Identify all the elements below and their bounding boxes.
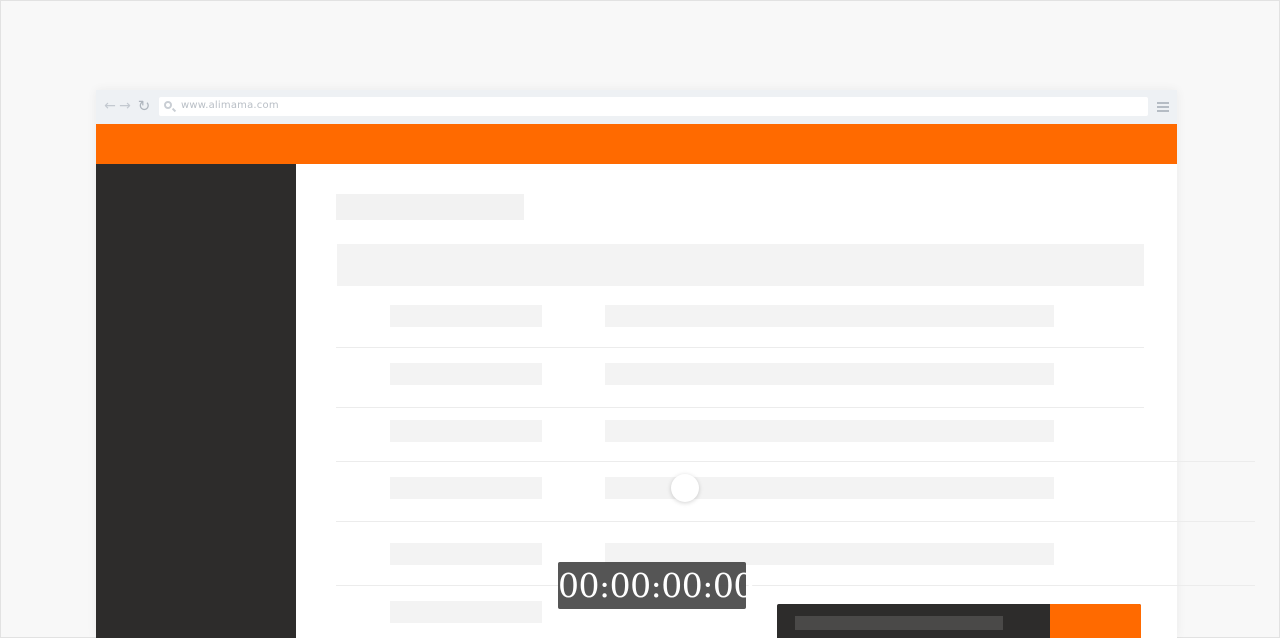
row-divider (1177, 461, 1255, 462)
row-divider (1177, 521, 1255, 522)
table-cell-placeholder (390, 543, 542, 565)
row-divider (336, 585, 1177, 586)
browser-toolbar: ← → ↻ www.alimama.com (96, 90, 1177, 124)
table-cell-placeholder (390, 477, 542, 499)
address-bar[interactable]: www.alimama.com (159, 97, 1148, 116)
table-cell-placeholder (390, 420, 542, 442)
action-button[interactable] (1050, 604, 1141, 638)
table-cell-placeholder (390, 601, 542, 623)
page-title-placeholder (336, 194, 524, 220)
row-divider (336, 407, 1144, 408)
top-navigation-bar (96, 124, 1177, 164)
table-cell-placeholder (390, 363, 542, 385)
hamburger-menu-icon[interactable] (1157, 102, 1169, 112)
arrow-right-icon[interactable]: → (118, 98, 132, 114)
row-divider (1177, 585, 1255, 586)
browser-window: ← → ↻ www.alimama.com (96, 90, 1177, 638)
timecode-display: 00:00:00:00 (558, 562, 754, 609)
bottom-toolbar (777, 604, 1141, 638)
row-divider (336, 347, 1144, 348)
reload-icon[interactable]: ↻ (137, 98, 151, 114)
table-cell-placeholder (605, 305, 1054, 327)
input-placeholder[interactable] (795, 616, 1003, 630)
table-cell-placeholder (390, 305, 542, 327)
arrow-left-icon[interactable]: ← (103, 98, 117, 114)
cursor-indicator (671, 474, 699, 502)
row-divider (336, 461, 1177, 462)
url-text: www.alimama.com (181, 100, 279, 111)
table-header-placeholder (337, 244, 1144, 286)
sidebar (96, 164, 296, 638)
search-icon (164, 101, 172, 109)
table-cell-placeholder (605, 420, 1054, 442)
row-divider (336, 521, 1177, 522)
table-cell-placeholder (605, 363, 1054, 385)
